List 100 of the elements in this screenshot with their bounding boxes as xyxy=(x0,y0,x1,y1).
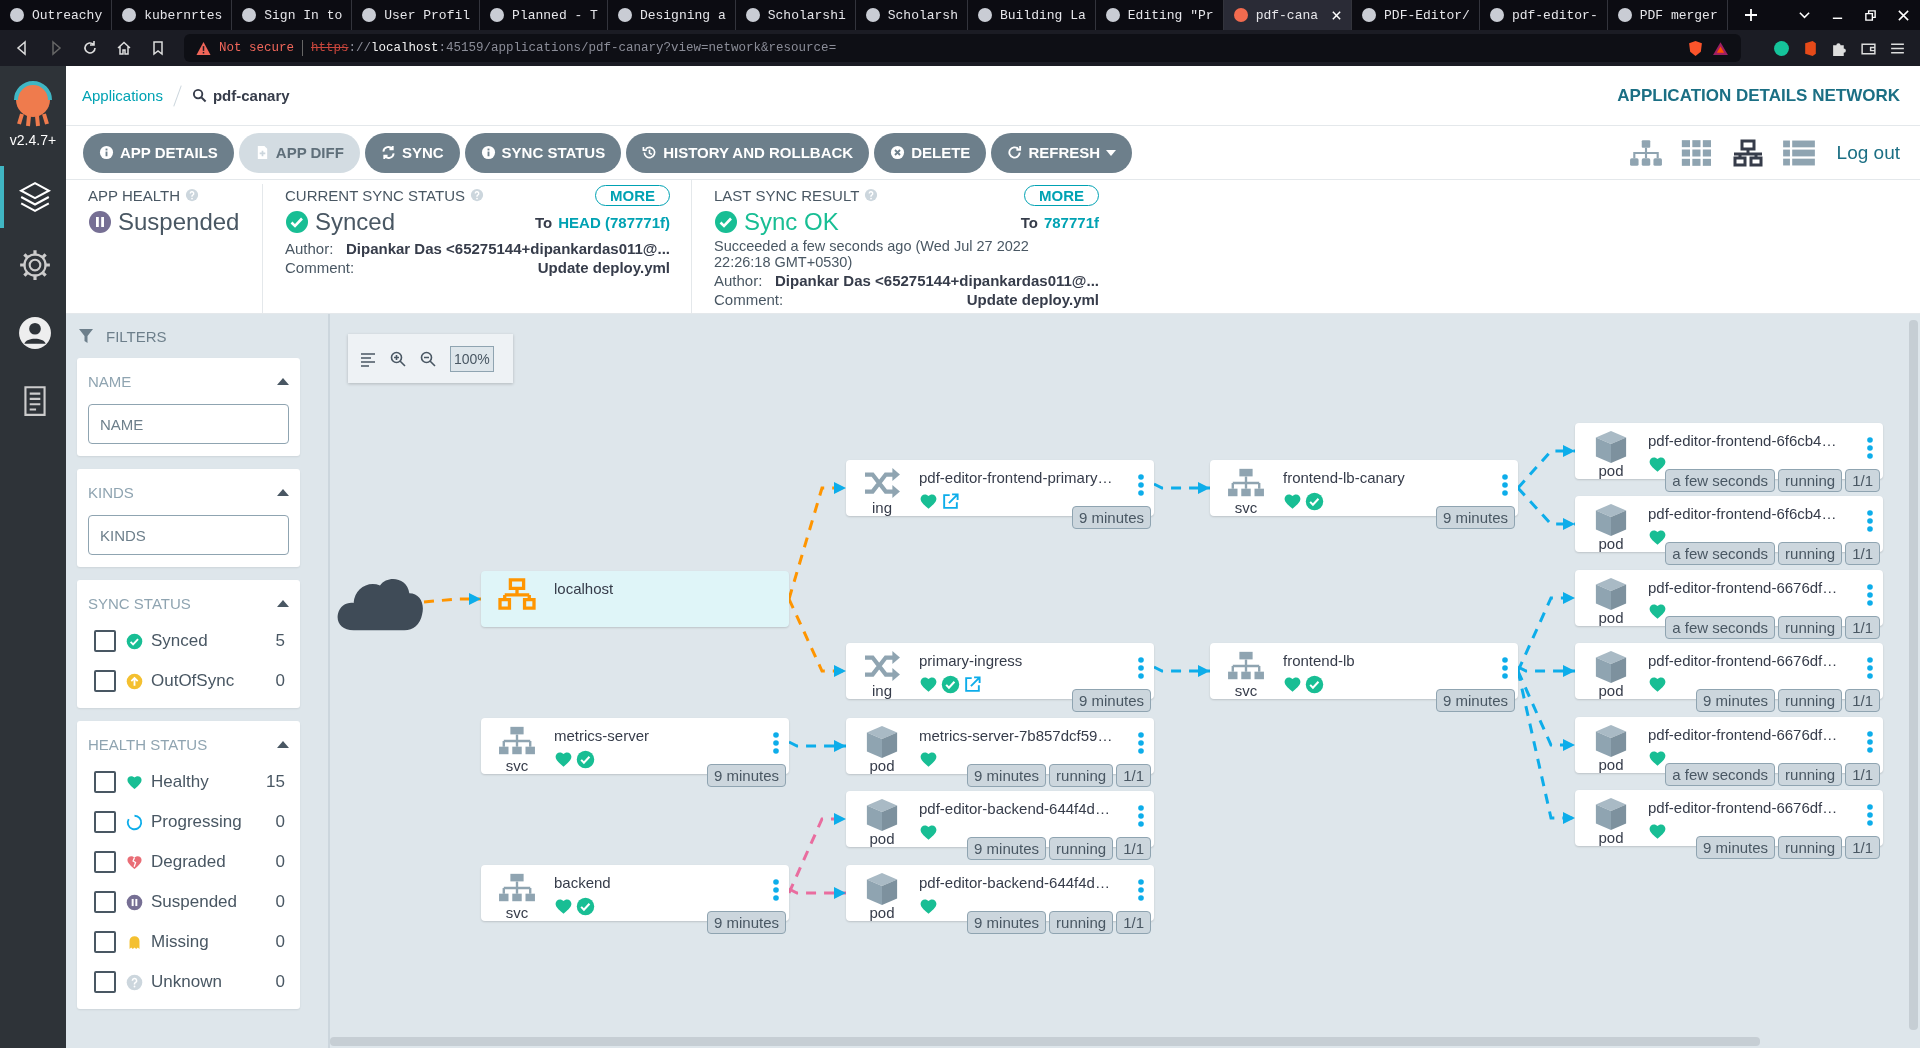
kind-label: ing xyxy=(872,683,892,698)
grid-view-button[interactable] xyxy=(1679,138,1714,167)
toolbar-button[interactable]: APP DETAILS xyxy=(83,132,234,173)
collapse-caret-icon[interactable] xyxy=(277,488,289,496)
info-badge: a few seconds xyxy=(1665,763,1776,786)
kebab-menu-icon[interactable] xyxy=(1867,657,1873,679)
horizontal-scrollbar[interactable] xyxy=(330,1037,1760,1046)
home-icon[interactable] xyxy=(116,40,132,56)
close-circle-icon xyxy=(890,145,906,160)
kebab-menu-icon[interactable] xyxy=(1867,584,1873,606)
zoom-out-icon[interactable] xyxy=(420,350,436,367)
collapse-caret-icon[interactable] xyxy=(277,377,289,385)
warning-icon xyxy=(196,40,211,56)
shield-icon[interactable] xyxy=(1687,39,1704,57)
kebab-menu-icon[interactable] xyxy=(773,732,779,754)
checkbox[interactable] xyxy=(94,771,116,793)
layers-icon xyxy=(18,180,52,214)
legend-icon[interactable] xyxy=(360,350,376,367)
kebab-menu-icon[interactable] xyxy=(1502,657,1508,679)
checkbox[interactable] xyxy=(94,630,116,652)
bookmark-icon[interactable] xyxy=(150,40,166,56)
kind-label: svc xyxy=(505,905,529,920)
extension-circle-icon[interactable] xyxy=(1773,39,1790,57)
filter-input[interactable]: KINDS xyxy=(88,515,289,555)
list-view-button[interactable] xyxy=(1781,138,1816,167)
zoom-level[interactable]: 100% xyxy=(450,345,494,372)
resource-name: pdf-editor-frontend-6676df… xyxy=(1648,726,1838,743)
filter-section-title: SYNC STATUS xyxy=(88,594,191,612)
info-icon xyxy=(480,145,496,160)
toolbar-button[interactable]: SYNC xyxy=(364,132,460,173)
option-label: Synced xyxy=(151,631,208,651)
field-label: Author: xyxy=(714,272,763,289)
kebab-menu-icon[interactable] xyxy=(773,879,779,901)
kind-label: svc xyxy=(505,758,529,773)
kebab-menu-icon[interactable] xyxy=(1138,879,1144,901)
kebab-menu-icon[interactable] xyxy=(1867,731,1873,753)
toolbar-button[interactable]: HISTORY AND ROLLBACK xyxy=(626,132,870,173)
favicon-icon xyxy=(121,7,138,23)
filter-input[interactable]: NAME xyxy=(88,404,289,444)
close-icon[interactable] xyxy=(1331,9,1343,21)
resource-name: frontend-lb xyxy=(1283,652,1355,669)
info-badge: running xyxy=(1778,469,1843,492)
vertical-scrollbar[interactable] xyxy=(1909,320,1918,1030)
info-badge: running xyxy=(1778,542,1843,565)
section-title: APP HEALTH xyxy=(88,186,180,204)
resource-name: pdf-editor-backend-644f4d… xyxy=(919,874,1110,891)
checkbox[interactable] xyxy=(94,891,116,913)
toolbar-button[interactable]: SYNC STATUS xyxy=(464,132,622,173)
checkbox[interactable] xyxy=(94,851,116,873)
kebab-menu-icon[interactable] xyxy=(1138,657,1144,679)
address-bar[interactable]: Not secure https://localhost:45159/applications/pdf-canary?view=network&resource= xyxy=(184,34,1741,62)
resource-name: pdf-editor-frontend-6f6cb4… xyxy=(1648,505,1837,522)
toolbar-button[interactable]: DELETE xyxy=(874,132,987,173)
info-badge: 9 minutes xyxy=(1071,689,1151,712)
browser-tab[interactable]: pdf-cana xyxy=(1223,0,1353,30)
collapse-caret-icon[interactable] xyxy=(277,740,289,748)
info-badge: 1/1 xyxy=(1116,911,1151,934)
sync-detail: Succeeded a few seconds ago (Wed Jul 27 2022 22:26:18 GMT+0530) xyxy=(714,238,1030,270)
kebab-menu-icon[interactable] xyxy=(1502,474,1508,496)
triangle-icon[interactable] xyxy=(1712,39,1729,57)
kebab-menu-icon[interactable] xyxy=(1867,437,1873,459)
info-icon xyxy=(99,145,114,160)
info-badge: running xyxy=(1049,837,1114,860)
resource-name: metrics-server-7b857dcf59… xyxy=(919,727,1113,744)
field-label: Comment: xyxy=(714,291,784,308)
option-label: Degraded xyxy=(151,852,226,872)
info-badge: running xyxy=(1778,763,1843,786)
reload-icon[interactable] xyxy=(82,40,98,56)
close-icon[interactable] xyxy=(1897,8,1910,22)
kind-label: pod xyxy=(869,758,895,773)
network-icon xyxy=(498,577,536,611)
field-label: Comment: xyxy=(285,259,355,276)
logout-link[interactable]: Log out xyxy=(1836,141,1900,164)
restore-icon[interactable] xyxy=(1864,8,1877,22)
kebab-menu-icon[interactable] xyxy=(1867,510,1873,532)
resource-node[interactable]: localhost xyxy=(481,571,789,627)
kebab-menu-icon[interactable] xyxy=(1138,805,1144,827)
info-badge: running xyxy=(1778,689,1843,712)
info-badge: 9 minutes xyxy=(967,764,1047,787)
kebab-menu-icon[interactable] xyxy=(1138,732,1144,754)
favicon-icon xyxy=(864,7,881,23)
checkbox[interactable] xyxy=(94,931,116,953)
resource-name: pdf-editor-frontend-6676df… xyxy=(1648,799,1838,816)
user-icon xyxy=(18,316,52,350)
kind-label: pod xyxy=(869,831,895,846)
checkbox[interactable] xyxy=(94,670,116,692)
author-value: Dipankar Das <65275144+dipankardas011@... xyxy=(774,272,1099,289)
option-count: 0 xyxy=(275,812,285,832)
kebab-menu-icon[interactable] xyxy=(1138,474,1144,496)
collapse-caret-icon[interactable] xyxy=(277,599,289,607)
favicon-icon xyxy=(744,7,761,23)
toolbar-button[interactable]: REFRESH xyxy=(991,132,1133,173)
checkbox[interactable] xyxy=(94,971,116,993)
zoom-in-icon[interactable] xyxy=(390,350,406,367)
refresh-icon xyxy=(1007,145,1023,160)
checkbox[interactable] xyxy=(94,811,116,833)
new-tab-icon[interactable] xyxy=(1743,8,1758,22)
tree-view-button[interactable] xyxy=(1628,138,1663,167)
kebab-menu-icon[interactable] xyxy=(1867,804,1873,826)
kind-label: pod xyxy=(1598,610,1624,625)
